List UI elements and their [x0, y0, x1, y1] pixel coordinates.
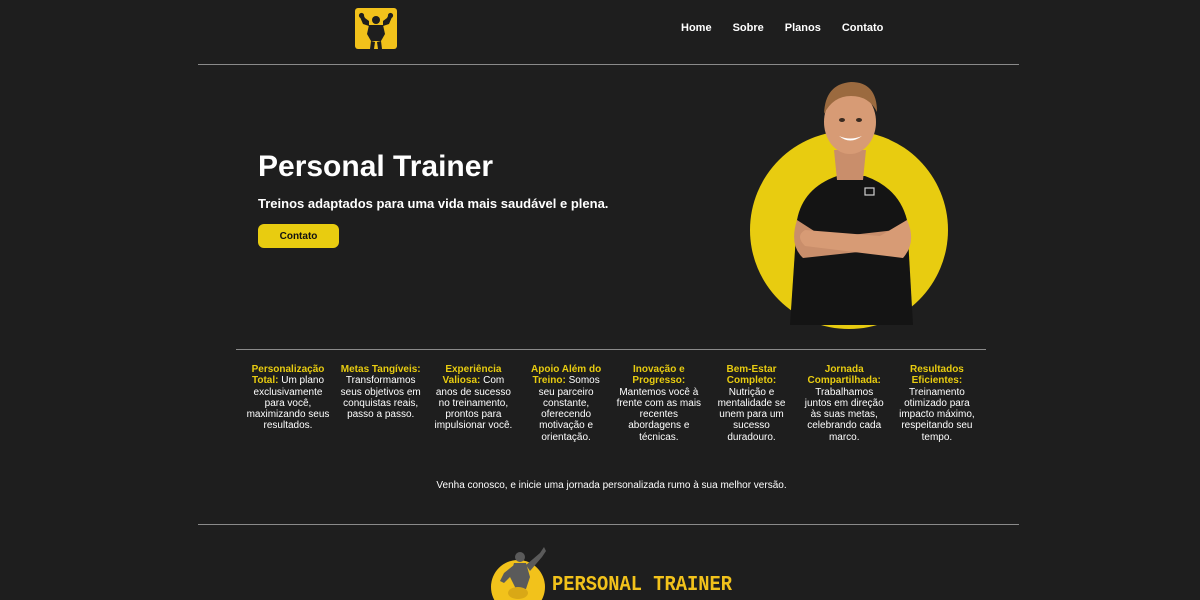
- feature-personalizacao: Personalização Total: Um plano exclusiva…: [245, 364, 331, 443]
- feature-metas: Metas Tangíveis: Transformamos seus obje…: [338, 364, 424, 443]
- header-divider: [198, 64, 1019, 65]
- main-nav: Home Sobre Planos Contato: [681, 21, 883, 35]
- feature-jornada: Jornada Compartilhada: Trabalhamos junto…: [801, 364, 887, 443]
- hero-divider: [236, 349, 986, 350]
- feature-apoio: Apoio Além do Treino: Somos seu parceiro…: [523, 364, 609, 443]
- feature-bem-estar: Bem-Estar Completo: Nutrição e mentalida…: [709, 364, 795, 443]
- brand-logo[interactable]: [355, 8, 397, 49]
- feature-inovacao: Inovação e Progresso: Mantemos você à fr…: [616, 364, 702, 443]
- feature-title: Inovação e Progresso:: [632, 364, 686, 387]
- feature-experiencia: Experiência Valiosa: Com anos de sucesso…: [430, 364, 516, 443]
- nav-home[interactable]: Home: [681, 21, 712, 35]
- feature-resultados: Resultados Eficientes: Treinamento otimi…: [894, 364, 980, 443]
- features-row: Personalização Total: Um plano exclusiva…: [245, 364, 980, 443]
- feature-title: Jornada Compartilhada:: [807, 364, 881, 387]
- footer-divider: [198, 524, 1019, 525]
- feature-text: Trabalhamos juntos em direção às suas me…: [804, 386, 884, 443]
- trainer-portrait-image: [750, 82, 948, 329]
- footer-logo: PERSONAL TRAINER: [491, 547, 732, 600]
- athlete-emblem-icon: [491, 547, 546, 600]
- nav-contato[interactable]: Contato: [842, 21, 884, 35]
- nav-planos[interactable]: Planos: [785, 21, 821, 35]
- hero-subtitle: Treinos adaptados para uma vida mais sau…: [258, 196, 609, 211]
- feature-title: Metas Tangíveis:: [340, 364, 421, 375]
- contact-button[interactable]: Contato: [258, 224, 339, 248]
- hero-title: Personal Trainer: [258, 150, 494, 183]
- nav-sobre[interactable]: Sobre: [733, 21, 764, 35]
- feature-text: Nutrição e mentalidade se unem para um s…: [717, 386, 786, 443]
- tagline: Venha conosco, e inicie uma jornada pers…: [436, 480, 787, 491]
- feature-title: Bem-Estar Completo:: [726, 364, 777, 387]
- feature-text: Treinamento otimizado para impacto máxim…: [899, 386, 975, 443]
- feature-title: Resultados Eficientes:: [909, 364, 964, 387]
- bodybuilder-flex-icon: [358, 12, 394, 49]
- feature-text: Transformamos seus objetivos em conquist…: [340, 375, 421, 421]
- feature-text: Mantemos você à frente com as mais recen…: [616, 386, 702, 443]
- footer-logo-text: PERSONAL TRAINER: [552, 574, 732, 597]
